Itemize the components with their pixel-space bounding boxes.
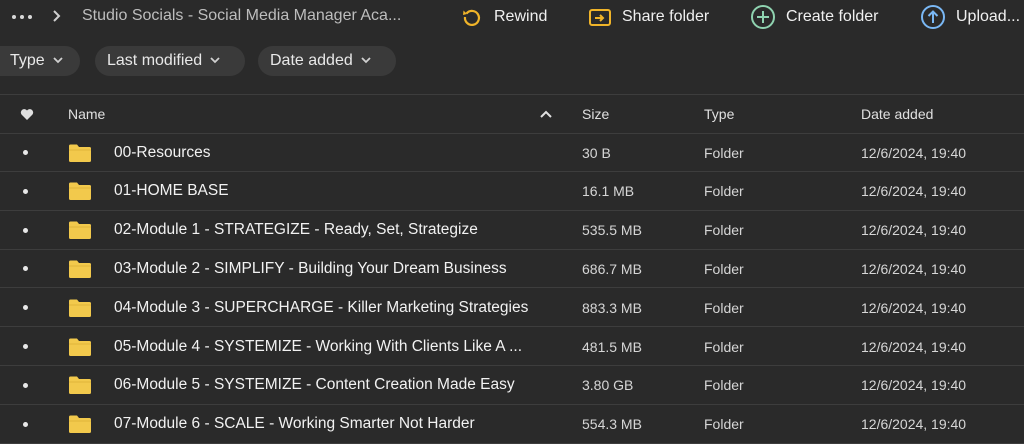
- row-name[interactable]: 05-Module 4 - SYSTEMIZE - Working With C…: [114, 328, 564, 365]
- upload-icon: [921, 5, 945, 29]
- row-bullet: [23, 134, 33, 171]
- header-date-added[interactable]: Date added: [861, 95, 1011, 133]
- row-name[interactable]: 02-Module 1 - STRATEGIZE - Ready, Set, S…: [114, 212, 564, 249]
- table-row[interactable]: 07-Module 6 - SCALE - Working Smarter No…: [0, 406, 1024, 444]
- filter-date-added-label: Date added: [270, 52, 353, 69]
- row-type: Folder: [704, 299, 744, 316]
- row-name[interactable]: 07-Module 6 - SCALE - Working Smarter No…: [114, 406, 564, 443]
- folder-icon: [68, 134, 94, 171]
- chevron-down-icon: [210, 55, 220, 67]
- header-size[interactable]: Size: [582, 95, 682, 133]
- table-row[interactable]: 03-Module 2 - SIMPLIFY - Building Your D…: [0, 250, 1024, 289]
- table-row[interactable]: 05-Module 4 - SYSTEMIZE - Working With C…: [0, 328, 1024, 366]
- folder-icon: [68, 173, 94, 210]
- row-size: 535.5 MB: [582, 222, 642, 239]
- folder-icon: [68, 250, 94, 287]
- chevron-right-icon: [52, 9, 66, 25]
- row-size: 686.7 MB: [582, 260, 642, 277]
- rewind-icon: [463, 9, 481, 26]
- row-bullet: [23, 289, 33, 326]
- table-row[interactable]: 01-HOME BASE 16.1 MB Folder 12/6/2024, 1…: [0, 173, 1024, 211]
- table-row[interactable]: 06-Module 5 - SYSTEMIZE - Content Creati…: [0, 367, 1024, 405]
- top-bar: Studio Socials - Social Media Manager Ac…: [0, 0, 1024, 34]
- row-name[interactable]: 00-Resources: [114, 134, 564, 171]
- row-date-added: 12/6/2024, 19:40: [861, 260, 967, 277]
- header-type[interactable]: Type: [704, 95, 804, 133]
- row-date-added: 12/6/2024, 19:40: [861, 299, 967, 316]
- table-row[interactable]: 04-Module 3 - SUPERCHARGE - Killer Marke…: [0, 289, 1024, 328]
- create-folder-label: Create folder: [786, 8, 879, 25]
- row-type: Folder: [704, 144, 744, 161]
- row-size: 16.1 MB: [582, 183, 635, 200]
- rewind-button[interactable]: Rewind: [460, 5, 547, 29]
- row-name[interactable]: 06-Module 5 - SYSTEMIZE - Content Creati…: [114, 367, 564, 404]
- row-bullet: [23, 212, 33, 249]
- row-size: 554.3 MB: [582, 416, 642, 433]
- upload-label: Upload...: [956, 8, 1021, 25]
- upload-button[interactable]: Upload...: [920, 5, 1020, 29]
- row-name[interactable]: 01-HOME BASE: [114, 173, 564, 210]
- row-bullet: [23, 406, 33, 443]
- row-bullet: [23, 250, 33, 287]
- row-size: 883.3 MB: [582, 299, 642, 316]
- folder-icon: [68, 367, 94, 404]
- filter-date-added[interactable]: Date added: [258, 46, 396, 76]
- table-row[interactable]: 02-Module 1 - STRATEGIZE - Ready, Set, S…: [0, 212, 1024, 250]
- folder-icon: [68, 406, 94, 443]
- row-type: Folder: [704, 222, 744, 239]
- heart-icon: [20, 108, 34, 120]
- favorite-column-icon[interactable]: [20, 95, 36, 133]
- row-name[interactable]: 04-Module 3 - SUPERCHARGE - Killer Marke…: [114, 289, 564, 326]
- filter-last-modified-label: Last modified: [107, 52, 203, 69]
- row-date-added: 12/6/2024, 19:40: [861, 338, 967, 355]
- sort-ascending-icon[interactable]: [540, 95, 554, 133]
- folder-icon: [68, 212, 94, 249]
- header-name[interactable]: Name: [68, 95, 268, 133]
- share-folder-label: Share folder: [622, 8, 710, 25]
- chevron-down-icon: [53, 55, 63, 67]
- row-bullet: [23, 173, 33, 210]
- table-header: Name Size Type Date added: [0, 94, 1024, 134]
- more-options-icon[interactable]: [12, 10, 36, 24]
- row-date-added: 12/6/2024, 19:40: [861, 222, 967, 239]
- filter-type-label: Type: [10, 52, 45, 69]
- create-folder-icon: [751, 5, 775, 29]
- filter-type[interactable]: Type: [0, 46, 80, 76]
- row-date-added: 12/6/2024, 19:40: [861, 377, 967, 394]
- row-size: 481.5 MB: [582, 338, 642, 355]
- rewind-label: Rewind: [494, 8, 548, 25]
- chevron-down-icon: [361, 55, 371, 67]
- share-folder-icon: [589, 9, 611, 26]
- row-type: Folder: [704, 183, 744, 200]
- filter-last-modified[interactable]: Last modified: [95, 46, 245, 76]
- row-date-added: 12/6/2024, 19:40: [861, 183, 967, 200]
- row-type: Folder: [704, 260, 744, 277]
- row-date-added: 12/6/2024, 19:40: [861, 416, 967, 433]
- create-folder-button[interactable]: Create folder: [750, 5, 879, 29]
- row-name[interactable]: 03-Module 2 - SIMPLIFY - Building Your D…: [114, 250, 564, 287]
- row-type: Folder: [704, 377, 744, 394]
- row-size: 30 B: [582, 144, 611, 161]
- folder-icon: [68, 289, 94, 326]
- row-bullet: [23, 367, 33, 404]
- row-type: Folder: [704, 416, 744, 433]
- row-bullet: [23, 328, 33, 365]
- row-type: Folder: [704, 338, 744, 355]
- row-date-added: 12/6/2024, 19:40: [861, 144, 967, 161]
- folder-icon: [68, 328, 94, 365]
- table-row[interactable]: 00-Resources 30 B Folder 12/6/2024, 19:4…: [0, 134, 1024, 172]
- breadcrumb[interactable]: Studio Socials - Social Media Manager Ac…: [82, 7, 401, 25]
- share-folder-button[interactable]: Share folder: [588, 5, 709, 29]
- row-size: 3.80 GB: [582, 377, 634, 394]
